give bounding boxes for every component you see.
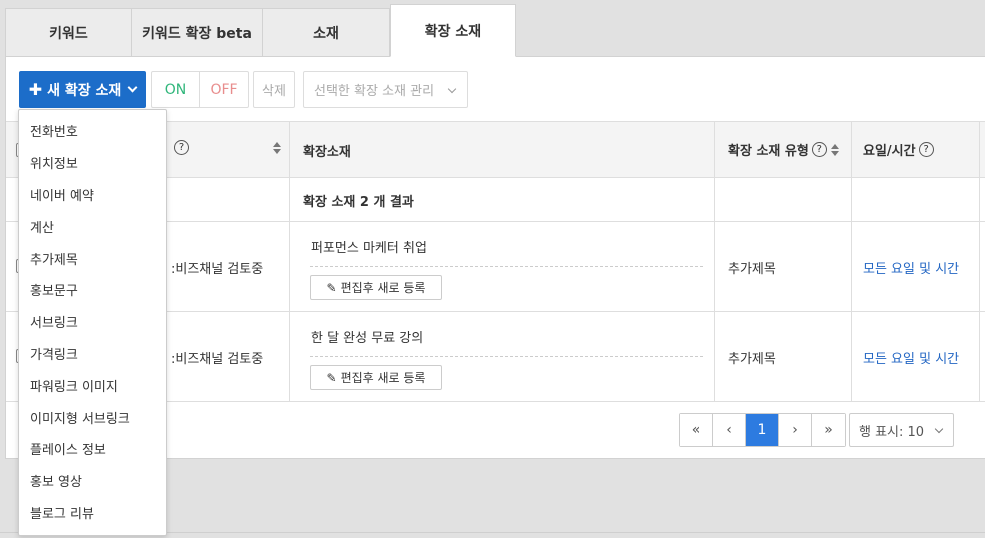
chevron-down-icon bbox=[934, 424, 944, 434]
pencil-icon: ✎ bbox=[326, 370, 337, 385]
type-header-label: 확장 소재 유형 bbox=[728, 144, 809, 159]
status-header: ? bbox=[171, 140, 189, 155]
tab-extension-creative[interactable]: 확장 소재 bbox=[390, 4, 516, 57]
menu-item-naver-booking[interactable]: 네이버 예약 bbox=[19, 179, 166, 211]
column-divider bbox=[714, 121, 715, 402]
manage-selected-label: 선택한 확장 소재 관리 bbox=[314, 84, 435, 99]
menu-item-image-sublink[interactable]: 이미지형 서브링크 bbox=[19, 401, 166, 433]
edit-register-button[interactable]: ✎ 편집후 새로 등록 bbox=[310, 275, 442, 300]
pagination: « ‹ 1 › » bbox=[679, 413, 846, 447]
new-extension-menu: 전화번호 위치정보 네이버 예약 계산 추가제목 홍보문구 서브링크 가격링크 … bbox=[18, 109, 167, 536]
page-button-current[interactable]: 1 bbox=[746, 414, 779, 446]
edit-register-label: 편집후 새로 등록 bbox=[340, 281, 426, 295]
schedule-link[interactable]: 모든 요일 및 시간 bbox=[863, 348, 959, 367]
plus-icon: ✚ bbox=[28, 80, 43, 99]
help-icon[interactable]: ? bbox=[918, 142, 934, 157]
column-divider bbox=[979, 121, 980, 402]
row-status: :비즈채널 검토중 bbox=[171, 262, 264, 277]
menu-item-blog-review[interactable]: 블로그 리뷰 bbox=[19, 497, 166, 529]
chevron-down-icon bbox=[447, 84, 457, 94]
ad-text: 한 달 완성 무료 강의 bbox=[311, 331, 424, 346]
prev-page-button[interactable]: ‹ bbox=[713, 414, 746, 446]
chevron-down-icon bbox=[127, 82, 138, 93]
on-button[interactable]: ON bbox=[151, 71, 200, 108]
menu-item-location[interactable]: 위치정보 bbox=[19, 147, 166, 179]
delete-button[interactable]: 삭제 bbox=[253, 71, 295, 108]
menu-item-extra-title[interactable]: 추가제목 bbox=[19, 242, 166, 274]
rows-per-page-select[interactable]: 행 표시: 10 bbox=[849, 413, 954, 447]
row-type: 추가제목 bbox=[728, 352, 776, 367]
manage-selected-select[interactable]: 선택한 확장 소재 관리 bbox=[303, 71, 468, 108]
ad-text: 퍼포먼스 마케터 취업 bbox=[311, 241, 427, 256]
edit-register-label: 편집후 새로 등록 bbox=[340, 371, 426, 385]
edit-register-button[interactable]: ✎ 편집후 새로 등록 bbox=[310, 365, 442, 390]
tab-keyword-expansion[interactable]: 키워드 확장 beta bbox=[132, 8, 263, 57]
menu-item-payment[interactable]: 계산 bbox=[19, 210, 166, 242]
divider bbox=[310, 266, 703, 267]
menu-item-sublink[interactable]: 서브링크 bbox=[19, 306, 166, 338]
next-page-button[interactable]: › bbox=[779, 414, 812, 446]
rows-per-page-label: 행 표시: 10 bbox=[859, 424, 925, 440]
tab-bar-fill bbox=[516, 4, 985, 57]
result-count: 확장 소재 2 개 결과 bbox=[303, 195, 414, 210]
menu-item-promo-video[interactable]: 홍보 영상 bbox=[19, 465, 166, 497]
last-page-button[interactable]: » bbox=[812, 414, 845, 446]
menu-item-promo-text[interactable]: 홍보문구 bbox=[19, 274, 166, 306]
row-status: :비즈채널 검토중 bbox=[171, 352, 264, 367]
schedule-header-label: 요일/시간 bbox=[863, 144, 916, 159]
menu-item-place-info[interactable]: 플레이스 정보 bbox=[19, 433, 166, 465]
row-type: 추가제목 bbox=[728, 262, 776, 277]
help-icon[interactable]: ? bbox=[811, 142, 827, 157]
sort-icon bbox=[273, 142, 281, 154]
column-divider bbox=[851, 121, 852, 402]
off-button[interactable]: OFF bbox=[199, 71, 249, 108]
schedule-link[interactable]: 모든 요일 및 시간 bbox=[863, 258, 959, 277]
tab-creative[interactable]: 소재 bbox=[263, 8, 390, 57]
menu-item-powerlink-image[interactable]: 파워링크 이미지 bbox=[19, 369, 166, 401]
pencil-icon: ✎ bbox=[326, 280, 337, 295]
first-page-button[interactable]: « bbox=[680, 414, 713, 446]
new-extension-button[interactable]: ✚ 새 확장 소재 bbox=[19, 71, 146, 108]
new-extension-label: 새 확장 소재 bbox=[47, 82, 122, 99]
ad-header: 확장소재 bbox=[303, 145, 351, 160]
menu-item-phone[interactable]: 전화번호 bbox=[19, 115, 166, 147]
menu-item-price-link[interactable]: 가격링크 bbox=[19, 338, 166, 370]
sort-icon[interactable] bbox=[830, 143, 839, 156]
sort-status[interactable] bbox=[269, 142, 281, 154]
tab-keyword[interactable]: 키워드 bbox=[5, 8, 132, 57]
help-icon[interactable]: ? bbox=[174, 140, 189, 155]
schedule-header: 요일/시간 ? bbox=[863, 140, 934, 159]
divider bbox=[310, 356, 703, 357]
column-divider bbox=[289, 121, 290, 402]
tab-bar: 키워드 키워드 확장 beta 소재 확장 소재 bbox=[5, 4, 985, 57]
type-header: 확장 소재 유형 ? bbox=[728, 140, 839, 159]
